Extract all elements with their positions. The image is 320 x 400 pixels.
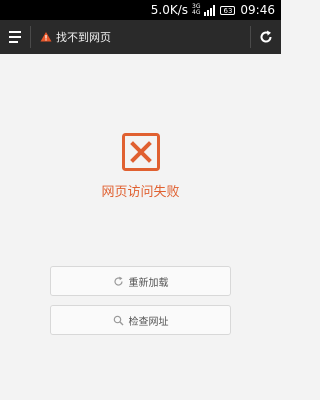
address-bar[interactable]: 找不到网页 — [40, 27, 111, 47]
warning-icon — [40, 31, 52, 43]
network-type: 3G 4G — [192, 4, 200, 16]
network-type-bottom: 4G — [192, 9, 201, 16]
check-url-button[interactable]: 检查网址 — [50, 305, 231, 335]
signal-icon — [204, 4, 216, 16]
error-message: 网页访问失败 — [101, 185, 180, 200]
toolbar-divider — [30, 26, 31, 48]
refresh-icon[interactable] — [251, 20, 281, 54]
error-x-icon — [122, 133, 160, 171]
refresh-icon — [113, 276, 124, 287]
menu-icon[interactable] — [0, 20, 30, 54]
page-title: 找不到网页 — [56, 31, 111, 44]
error-page: 网页访问失败 重新加载 检查网址 — [0, 54, 281, 400]
battery-icon: 63 — [220, 5, 236, 15]
search-icon — [113, 315, 124, 326]
status-bar: 5.0K/s 3G 4G 63 09:46 — [0, 0, 281, 20]
clock: 09:46 — [240, 3, 275, 17]
reload-label: 重新加载 — [128, 277, 169, 289]
network-speed: 5.0K/s — [150, 3, 189, 17]
check-url-label: 检查网址 — [128, 316, 169, 328]
reload-button[interactable]: 重新加载 — [50, 266, 231, 296]
browser-toolbar: 找不到网页 — [0, 20, 281, 54]
